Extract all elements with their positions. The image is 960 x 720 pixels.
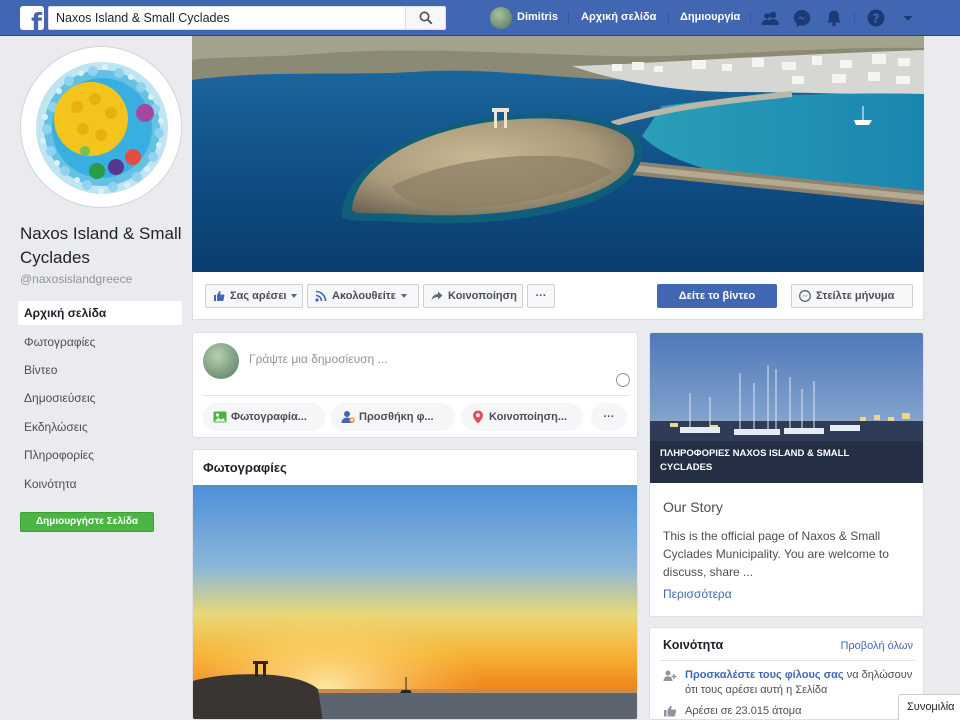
top-divider [668, 12, 669, 25]
search-icon [419, 11, 433, 25]
community-card: Κοινότητα Προβολή όλων Προσκαλέστε τους … [649, 627, 924, 720]
send-message-button[interactable]: Στείλτε μήνυμα [791, 284, 913, 308]
sidebar-item-community[interactable]: Κοινότητα [18, 472, 182, 496]
thumbs-up-icon [664, 705, 677, 717]
community-heading: Κοινότητα [663, 638, 724, 652]
composer-input[interactable]: Γράψτε μια δημοσίευση ... [249, 352, 388, 366]
sidebar-item-about[interactable]: Πληροφορίες [18, 443, 182, 467]
post-composer: Γράψτε μια δημοσίευση ... Φωτογραφία... … [192, 332, 638, 438]
svg-text:?: ? [873, 12, 880, 26]
top-divider [750, 12, 751, 25]
invite-friends-link[interactable]: Προσκαλέστε τους φίλους σας [685, 669, 844, 681]
facebook-logo-icon[interactable]: f [20, 6, 44, 30]
page-title: Naxos Island & Small Cyclades [20, 224, 182, 267]
composer-checkin-button[interactable]: Κοινοποίηση... [461, 403, 583, 431]
send-message-label: Στείλτε μήνυμα [816, 290, 895, 302]
avatar [490, 7, 512, 29]
composer-more-button[interactable]: ··· [591, 403, 627, 431]
see-more-link[interactable]: Περισσότερα [663, 587, 732, 601]
follow-label: Ακολουθείτε [332, 290, 396, 302]
composer-tag-friends-button[interactable]: Προσθήκη φ... [331, 403, 455, 431]
composer-photo-label: Φωτογραφία... [231, 411, 307, 423]
divider [660, 660, 915, 661]
sidebar-item-videos[interactable]: Βίντεο [18, 358, 182, 382]
story-image-caption: ΠΛΗΡΟΦΟΡΙΕΣ NAXOS ISLAND & SMALL CYCLADE… [660, 448, 850, 473]
more-options-button[interactable]: ··· [527, 284, 555, 308]
home-link[interactable]: Αρχική σελίδα [581, 11, 656, 23]
composer-photo-button[interactable]: Φωτογραφία... [203, 403, 325, 431]
thumbs-up-icon [214, 291, 225, 301]
chevron-down-icon [291, 294, 298, 299]
sidebar-item-photos[interactable]: Φωτογραφίες [18, 330, 182, 354]
composer-checkin-label: Κοινοποίηση... [489, 411, 568, 423]
cover-image [192, 36, 924, 272]
likes-count: Αρέσει σε 23.015 άτομα [685, 705, 802, 717]
top-divider [854, 12, 855, 25]
photos-heading[interactable]: Φωτογραφίες [203, 460, 287, 475]
avatar [203, 343, 239, 379]
invite-friends-icon [663, 670, 677, 681]
our-story-card: ΠΛΗΡΟΦΟΡΙΕΣ NAXOS ISLAND & SMALL CYCLADE… [649, 332, 924, 617]
page-action-bar: Σας αρέσει Ακολουθείτε Κοινοποίηση ··· Δ… [192, 272, 924, 320]
location-pin-icon [473, 410, 483, 424]
follow-button[interactable]: Ακολουθείτε [307, 284, 419, 308]
user-name: Dimitris [517, 11, 558, 23]
see-all-link[interactable]: Προβολή όλων [840, 640, 913, 652]
chat-tab[interactable]: Συνομιλία [898, 694, 960, 720]
like-page-button[interactable]: Σας αρέσει [205, 284, 303, 308]
municipality-logo [23, 49, 181, 207]
sunset-photo[interactable] [193, 485, 638, 720]
sidebar-item-home[interactable]: Αρχική σελίδα [18, 301, 182, 325]
tag-friends-icon [341, 411, 355, 423]
help-icon[interactable]: ? [866, 8, 886, 28]
our-story-title: Our Story [663, 499, 723, 515]
search-box [48, 6, 446, 30]
create-page-button[interactable]: Δημιουργήστε Σελίδα [20, 512, 154, 532]
our-story-text: This is the official page of Naxos & Sma… [663, 529, 889, 579]
page-handle[interactable]: @naxosislandgreece [20, 272, 132, 286]
divider [203, 395, 629, 396]
like-page-label: Σας αρέσει [230, 290, 287, 302]
sidebar-item-events[interactable]: Εκδηλώσεις [18, 415, 182, 439]
share-page-button[interactable]: Κοινοποίηση [423, 284, 523, 308]
top-bar: f Dimitris Αρχική σελίδα Δημιουργία ? [0, 0, 960, 36]
search-button[interactable] [405, 7, 445, 29]
emoji-icon[interactable] [616, 373, 630, 387]
messenger-icon[interactable] [792, 8, 812, 28]
share-page-label: Κοινοποίηση [448, 290, 517, 302]
account-menu-chevron-down-icon[interactable] [898, 8, 918, 28]
rss-follow-icon [315, 290, 327, 302]
search-input[interactable] [56, 7, 406, 29]
composer-tag-friends-label: Προσθήκη φ... [359, 411, 434, 423]
share-arrow-icon [431, 291, 443, 301]
page-profile-picture[interactable] [20, 46, 182, 208]
chevron-down-icon [400, 294, 407, 299]
cover-photo[interactable] [192, 36, 924, 272]
notifications-icon[interactable] [824, 8, 844, 28]
photos-card: Φωτογραφίες [192, 449, 638, 720]
top-divider [568, 12, 569, 25]
photo-icon [213, 411, 227, 423]
invite-friends-text: Προσκαλέστε τους φίλους σας να δηλώσουν … [685, 668, 917, 698]
friend-requests-icon[interactable] [760, 8, 780, 28]
create-link[interactable]: Δημιουργία [680, 11, 740, 23]
message-bubble-icon [799, 290, 811, 302]
sidebar-item-posts[interactable]: Δημοσιεύσεις [18, 386, 182, 410]
watch-video-button[interactable]: Δείτε το βίντεο [657, 284, 777, 308]
